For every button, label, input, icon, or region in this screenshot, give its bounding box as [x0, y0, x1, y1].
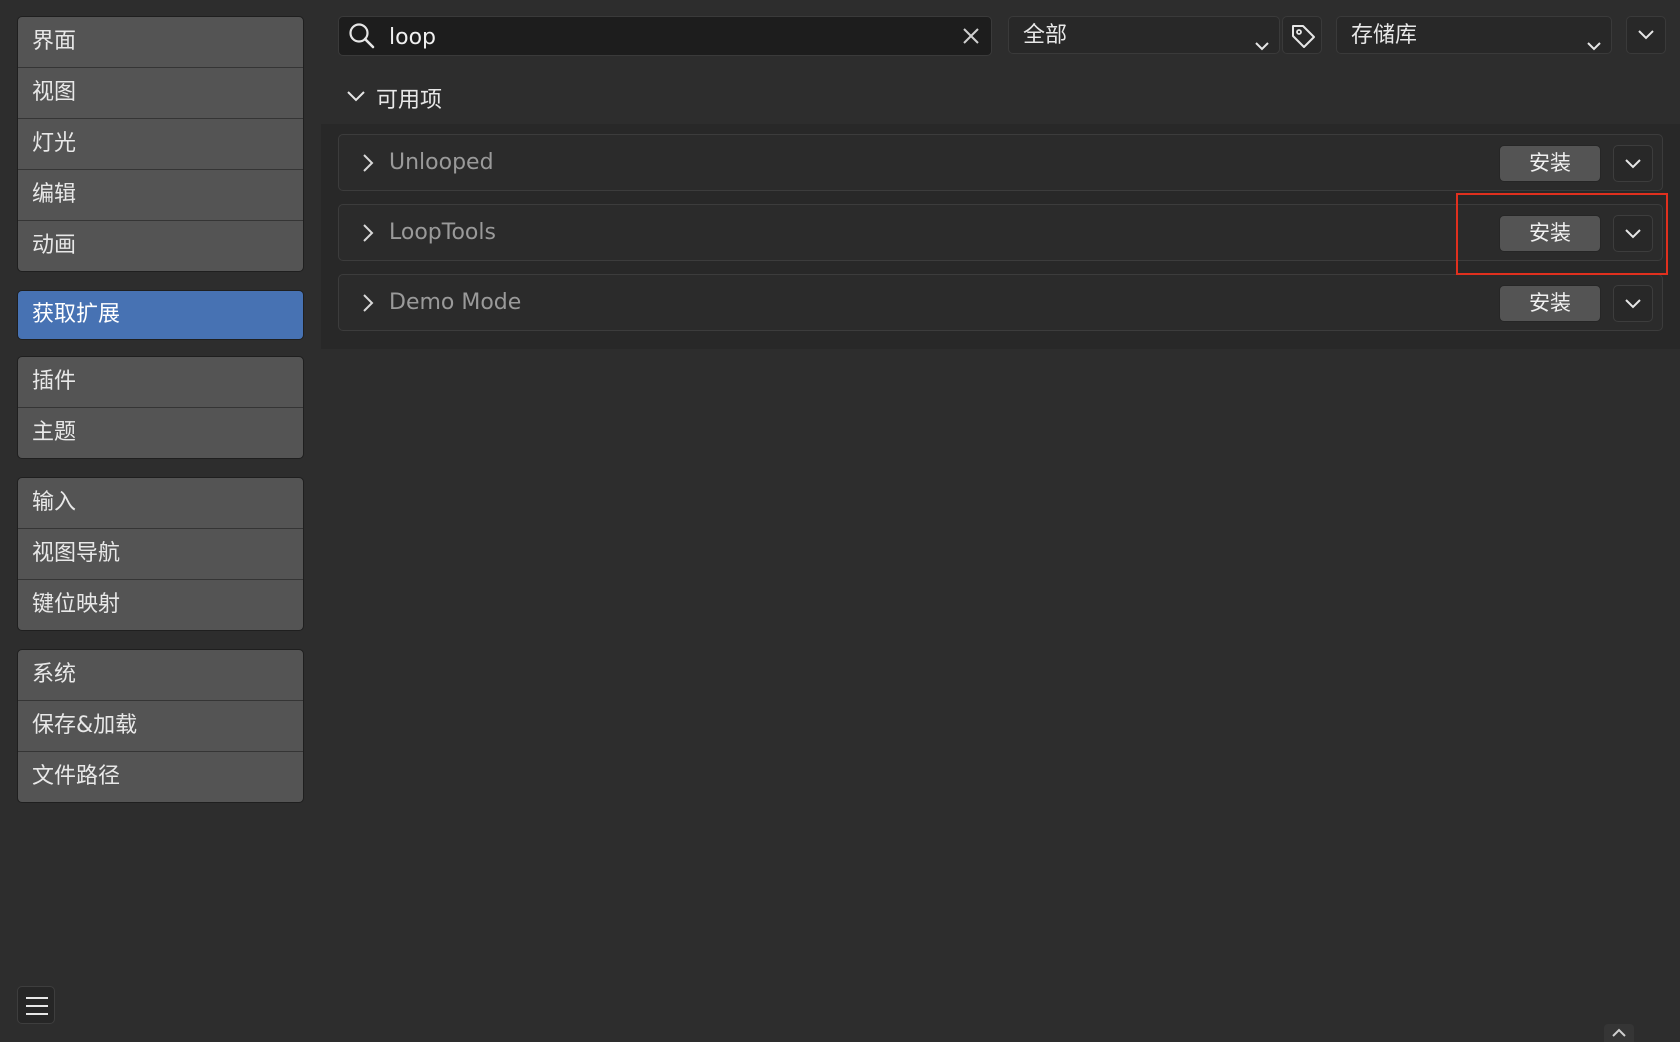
search-input[interactable]	[387, 17, 911, 57]
sidebar-item-editing[interactable]: 编辑	[18, 170, 303, 221]
extension-name: Demo Mode	[389, 290, 522, 315]
sidebar-group-extensions: 获取扩展	[17, 290, 304, 340]
category-filter-value: 全部	[1023, 23, 1068, 48]
scroll-up-button[interactable]	[1604, 1024, 1634, 1042]
sidebar-group-input: 输入 视图导航 键位映射	[17, 477, 304, 631]
extension-menu-button[interactable]	[1613, 145, 1653, 182]
chevron-right-icon[interactable]	[361, 223, 375, 247]
options-dropdown-button[interactable]	[1626, 16, 1666, 54]
chevron-right-icon[interactable]	[361, 153, 375, 177]
chevron-right-icon[interactable]	[361, 293, 375, 317]
menu-button[interactable]	[17, 986, 55, 1024]
extension-menu-button[interactable]	[1613, 215, 1653, 252]
repository-value: 存储库	[1351, 23, 1418, 48]
install-button[interactable]: 安装	[1499, 285, 1601, 322]
list-item: LoopTools 安装	[338, 204, 1663, 261]
list-item: Demo Mode 安装	[338, 274, 1663, 331]
sidebar-item-file-paths[interactable]: 文件路径	[18, 752, 303, 802]
sidebar: 界面 视图 灯光 编辑 动画 获取扩展 插件 主题 输入 视图导航 键位映射 系…	[17, 16, 304, 819]
sidebar-group-display: 界面 视图 灯光 编辑 动画	[17, 16, 304, 272]
list-item: Unlooped 安装	[338, 134, 1663, 191]
sidebar-item-input[interactable]: 输入	[18, 478, 303, 529]
sidebar-group-system: 系统 保存&加载 文件路径	[17, 649, 304, 803]
search-box[interactable]	[338, 16, 992, 57]
sidebar-group-addons: 插件 主题	[17, 356, 304, 459]
sidebar-item-navigation[interactable]: 视图导航	[18, 529, 303, 580]
chevron-down-icon	[1585, 28, 1603, 66]
extension-name: Unlooped	[389, 150, 494, 175]
sidebar-item-themes[interactable]: 主题	[18, 408, 303, 458]
tag-filter-button[interactable]	[1282, 16, 1322, 54]
close-icon[interactable]	[961, 26, 981, 50]
extensions-list: Unlooped 安装 LoopTools 安装 Demo Mode 安装	[321, 124, 1680, 349]
category-filter-dropdown[interactable]: 全部	[1008, 16, 1280, 54]
sidebar-item-animation[interactable]: 动画	[18, 221, 303, 271]
available-section-header[interactable]: 可用项	[346, 78, 442, 118]
chevron-down-icon	[1253, 28, 1271, 66]
search-icon	[347, 21, 377, 55]
sidebar-item-save-load[interactable]: 保存&加载	[18, 701, 303, 752]
chevron-down-icon	[346, 88, 366, 108]
extension-name: LoopTools	[389, 220, 496, 245]
sidebar-item-get-extensions[interactable]: 获取扩展	[18, 291, 303, 339]
sidebar-item-lights[interactable]: 灯光	[18, 119, 303, 170]
repository-dropdown[interactable]: 存储库	[1336, 16, 1612, 54]
install-button[interactable]: 安装	[1499, 215, 1601, 252]
toolbar: 全部 存储库	[338, 16, 1680, 57]
sidebar-item-addons[interactable]: 插件	[18, 357, 303, 408]
section-title: 可用项	[376, 88, 443, 113]
sidebar-item-interface[interactable]: 界面	[18, 17, 303, 68]
sidebar-item-keymap[interactable]: 键位映射	[18, 580, 303, 630]
sidebar-item-viewport[interactable]: 视图	[18, 68, 303, 119]
extension-menu-button[interactable]	[1613, 285, 1653, 322]
install-button[interactable]: 安装	[1499, 145, 1601, 182]
sidebar-item-system[interactable]: 系统	[18, 650, 303, 701]
